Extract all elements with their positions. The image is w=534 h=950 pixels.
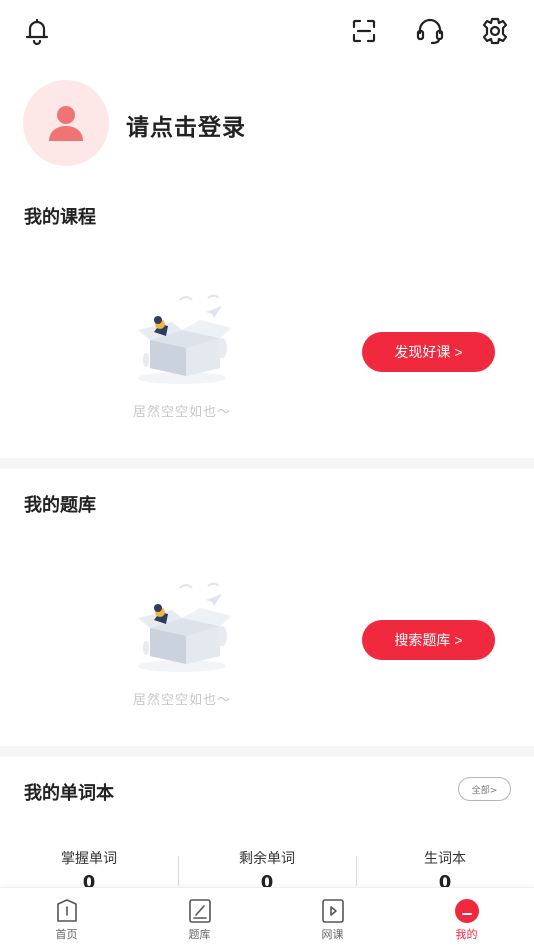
user-icon (49, 106, 83, 141)
video-icon (321, 899, 344, 923)
courses-empty-text: 居然空空如也～ (132, 405, 231, 420)
section-divider (0, 458, 534, 469)
bottom-tab-bar: 首页 题库 网课 我的 (0, 887, 534, 950)
edit-icon (188, 899, 211, 923)
empty-box-illustration (138, 582, 232, 672)
empty-box-illustration (138, 294, 232, 384)
login-prompt[interactable]: 请点击登录 (126, 108, 246, 142)
headset-icon[interactable] (413, 14, 447, 48)
tab-mine[interactable]: 我的 (400, 898, 533, 942)
bell-icon[interactable] (20, 14, 54, 48)
search-question-bank-button[interactable]: 搜索题库 > (362, 620, 495, 660)
question-bank-empty-text: 居然空空如也～ (132, 693, 231, 708)
section-divider (0, 746, 534, 757)
stat-label: 剩余单词 (239, 851, 295, 867)
stat-label: 掌握单词 (61, 851, 117, 867)
question-bank-section-title: 我的题库 (24, 495, 96, 516)
chevron-right-icon: > (454, 344, 463, 360)
chevron-right-icon: > (454, 632, 463, 648)
discover-courses-button[interactable]: 发现好课 > (362, 332, 495, 372)
tab-online-courses[interactable]: 网课 (266, 898, 399, 942)
wordbook-section-title: 我的单词本 (24, 783, 114, 804)
search-question-bank-label: 搜索题库 (394, 632, 451, 648)
top-bar (0, 0, 534, 64)
courses-section-title: 我的课程 (24, 207, 96, 228)
courses-empty-state: 居然空空如也～ (120, 290, 244, 420)
tab-label: 网课 (321, 928, 344, 941)
wordbook-all-button[interactable]: 全部> (458, 777, 511, 801)
scan-icon[interactable] (347, 14, 381, 48)
stat-label: 生词本 (424, 851, 466, 867)
profile-header[interactable]: 请点击登录 (0, 78, 534, 168)
tab-label: 题库 (188, 928, 211, 941)
settings-icon[interactable] (478, 14, 512, 48)
tab-label: 首页 (55, 928, 78, 941)
tab-home[interactable]: 首页 (0, 898, 133, 942)
tab-question-bank[interactable]: 题库 (133, 898, 266, 942)
home-icon (56, 899, 77, 922)
profile-icon (454, 899, 479, 923)
avatar[interactable] (23, 80, 109, 166)
tab-label: 我的 (455, 928, 478, 941)
question-bank-empty-state: 居然空空如也～ (120, 578, 244, 708)
discover-courses-label: 发现好课 (394, 344, 451, 360)
